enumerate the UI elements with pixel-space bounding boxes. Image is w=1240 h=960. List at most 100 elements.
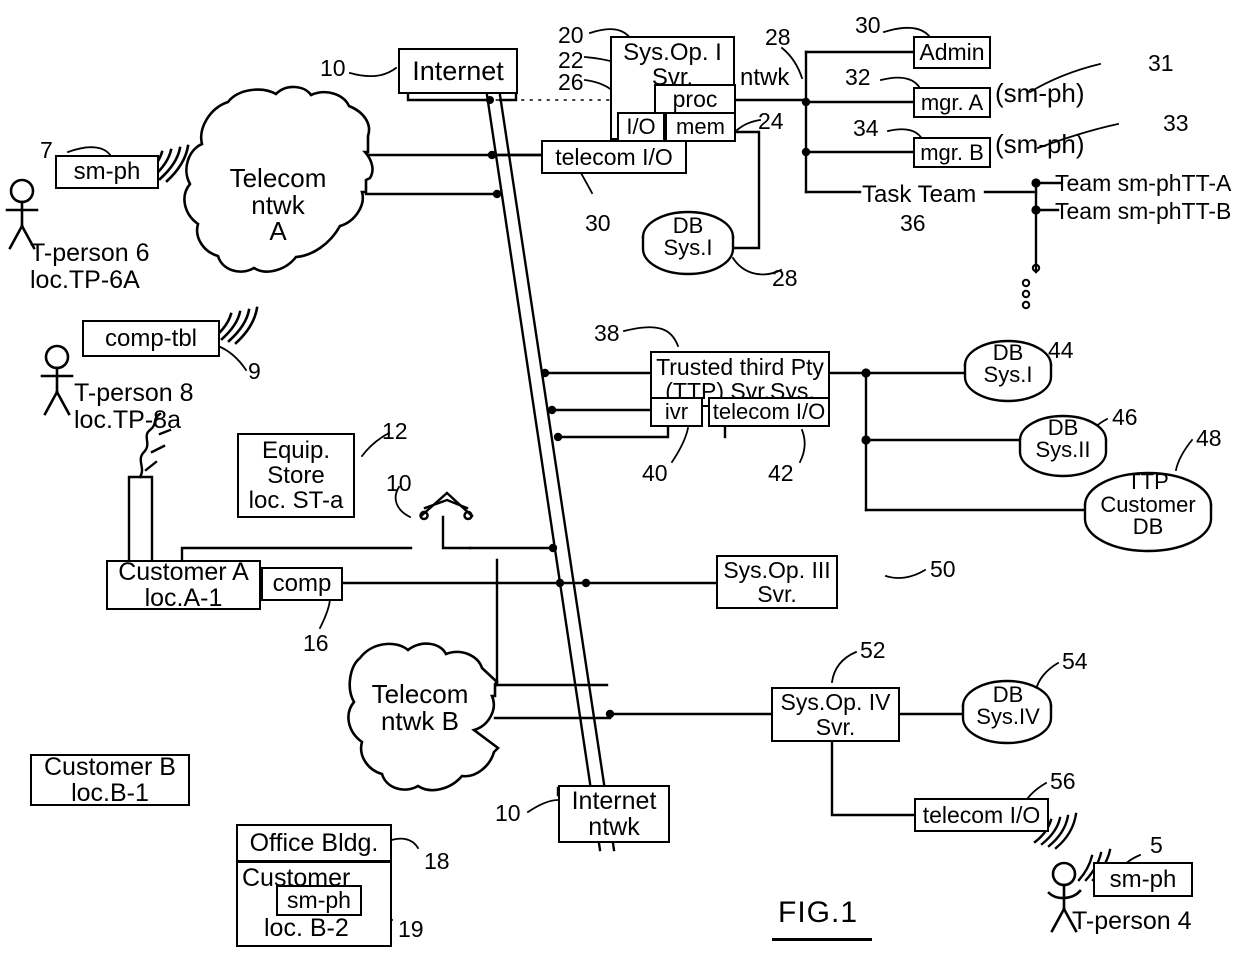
- figure-label: FIG.1: [778, 896, 859, 929]
- mgr-a-smph-note: (sm-ph): [995, 78, 1085, 108]
- internet-ntwk-label: Internet ntwk: [571, 786, 657, 841]
- ref-18: 18: [424, 848, 450, 874]
- ref-56: 56: [1050, 768, 1076, 794]
- telecom-b-text: Telecom ntwk B: [371, 679, 469, 736]
- ref-46: 46: [1112, 404, 1138, 430]
- junction-dot: [487, 150, 497, 160]
- antenna-squiggle2: [144, 428, 172, 472]
- customer-a-box[interactable]: Customer A loc.A-1: [106, 559, 261, 611]
- comp-tbl-label: comp-tbl: [104, 324, 198, 352]
- telecom-a-label: Telecom ntwk A: [198, 165, 358, 245]
- ivr-box[interactable]: ivr: [650, 397, 703, 427]
- customer-b-box[interactable]: Customer B loc.B-1: [30, 754, 190, 806]
- admin-box[interactable]: Admin: [913, 36, 991, 69]
- house14-nub-r: [463, 510, 473, 521]
- internet-ntwk-box[interactable]: Internet ntwk: [558, 785, 670, 843]
- junction-dot: [861, 368, 871, 378]
- ref-30-telecomio: 30: [585, 210, 611, 236]
- junction-dot: [555, 578, 565, 588]
- tperson8-caption: T-person 8 loc.TP-8a: [74, 379, 194, 434]
- ref-38: 38: [594, 320, 620, 346]
- ref-30-admin: 30: [855, 12, 881, 38]
- leader-10-top: [348, 66, 398, 77]
- ref-36: 36: [900, 210, 926, 236]
- equip-store-label: Equip. Store loc. ST-a: [248, 436, 344, 515]
- trunk-right-diagonal: [498, 93, 616, 852]
- ref-34: 34: [853, 115, 879, 141]
- telecom-io-top-label: telecom I/O: [555, 143, 673, 170]
- smph-tp4-box[interactable]: sm-ph: [1093, 862, 1193, 897]
- leader-40: [670, 426, 690, 464]
- junction-dot: [486, 96, 494, 104]
- wireless-waves-comptbl: [213, 306, 259, 345]
- team-ellipsis-dot: [1021, 278, 1031, 288]
- comp-label: comp: [272, 570, 332, 598]
- smph-tp6-box[interactable]: sm-ph: [55, 155, 159, 189]
- stick-figure-tperson6: [5, 178, 39, 250]
- leader-38: [622, 326, 680, 348]
- junction-dot: [492, 189, 502, 199]
- junction-dot: [553, 432, 563, 442]
- ref-12: 12: [382, 418, 408, 444]
- ref-40: 40: [642, 460, 668, 486]
- office-smph-box[interactable]: sm-ph: [276, 885, 362, 916]
- equip-store-box[interactable]: Equip. Store loc. ST-a: [237, 433, 355, 518]
- comp-box[interactable]: comp: [261, 567, 343, 601]
- ref-28-db: 28: [772, 265, 798, 291]
- junction-dot: [540, 368, 550, 378]
- telecom-io-bottom-label: telecom I/O: [922, 801, 1041, 828]
- leader-52: [830, 650, 858, 684]
- internet-label: Internet: [412, 55, 504, 86]
- leader-10-bottom: [526, 799, 559, 814]
- antenna-mast: [127, 475, 154, 564]
- task-team-label: Task Team: [862, 181, 977, 208]
- sysop3-box[interactable]: Sys.Op. III Svr.: [716, 555, 838, 609]
- internet-box[interactable]: Internet: [398, 48, 518, 94]
- customer-b-label: Customer B loc.B-1: [44, 752, 176, 807]
- mem-box[interactable]: mem: [665, 112, 736, 142]
- ttp-label: Trusted third Pty (TTP) Svr.Sys.: [656, 353, 824, 404]
- ref-26: 26: [558, 69, 584, 95]
- internet-top-left-leg: [406, 91, 489, 102]
- tperson6-caption: T-person 6 loc.TP-6A: [30, 239, 150, 294]
- ref-33: 33: [1163, 110, 1189, 136]
- proc-box[interactable]: proc: [654, 84, 736, 115]
- sysop4-drop: [830, 739, 916, 817]
- db-sys4-label: DB Sys.IV: [976, 681, 1040, 729]
- smph-tp4-label: sm-ph: [1109, 865, 1177, 893]
- ref-10-internet: 10: [320, 55, 346, 81]
- office-bldg-box[interactable]: Office Bldg.: [236, 824, 392, 862]
- sysop4-box[interactable]: Sys.Op. IV Svr.: [771, 687, 900, 742]
- ref-31: 31: [1148, 50, 1174, 76]
- ref-7: 7: [40, 137, 53, 163]
- telecom-io-bottom-box[interactable]: telecom I/O: [914, 798, 1049, 832]
- mgr-a-box[interactable]: mgr. A: [913, 87, 991, 118]
- office-customer-b-loc: loc. B-2: [264, 914, 349, 942]
- leader-48: [1174, 438, 1194, 472]
- junction-dot: [1031, 178, 1041, 188]
- junction-dot: [801, 97, 811, 107]
- sysop3-label: Sys.Op. III Svr.: [723, 556, 831, 607]
- office-smph-label: sm-ph: [287, 887, 351, 914]
- mgr-b-smph-note: (sm-ph): [995, 129, 1085, 159]
- mgr-b-box[interactable]: mgr. B: [913, 137, 991, 168]
- junction-dot: [605, 709, 615, 719]
- db-sys1-ttp-text: DB Sys.I: [970, 341, 1046, 386]
- io-box[interactable]: I/O: [617, 112, 665, 142]
- ref-9: 9: [248, 358, 261, 384]
- ref-5: 5: [1150, 832, 1163, 858]
- house14-nub-l: [419, 510, 429, 521]
- ref-10-bottom: 10: [495, 800, 521, 826]
- telecom-a-text: Telecom ntwk A: [229, 163, 327, 247]
- junction-dot: [548, 543, 558, 553]
- admin-label: Admin: [919, 39, 985, 66]
- leader-16: [318, 597, 331, 630]
- trunk-left-diagonal: [485, 93, 602, 852]
- figure-label-underline: [772, 938, 872, 941]
- ref-32: 32: [845, 64, 871, 90]
- db-sys2-label: DB Sys.II: [1035, 414, 1091, 462]
- comp-tbl-box[interactable]: comp-tbl: [82, 320, 220, 357]
- ref-24: 24: [758, 108, 784, 134]
- telecom-io-top-box[interactable]: telecom I/O: [541, 140, 687, 174]
- telecom-io-ttp-box[interactable]: telecom I/O: [708, 397, 830, 427]
